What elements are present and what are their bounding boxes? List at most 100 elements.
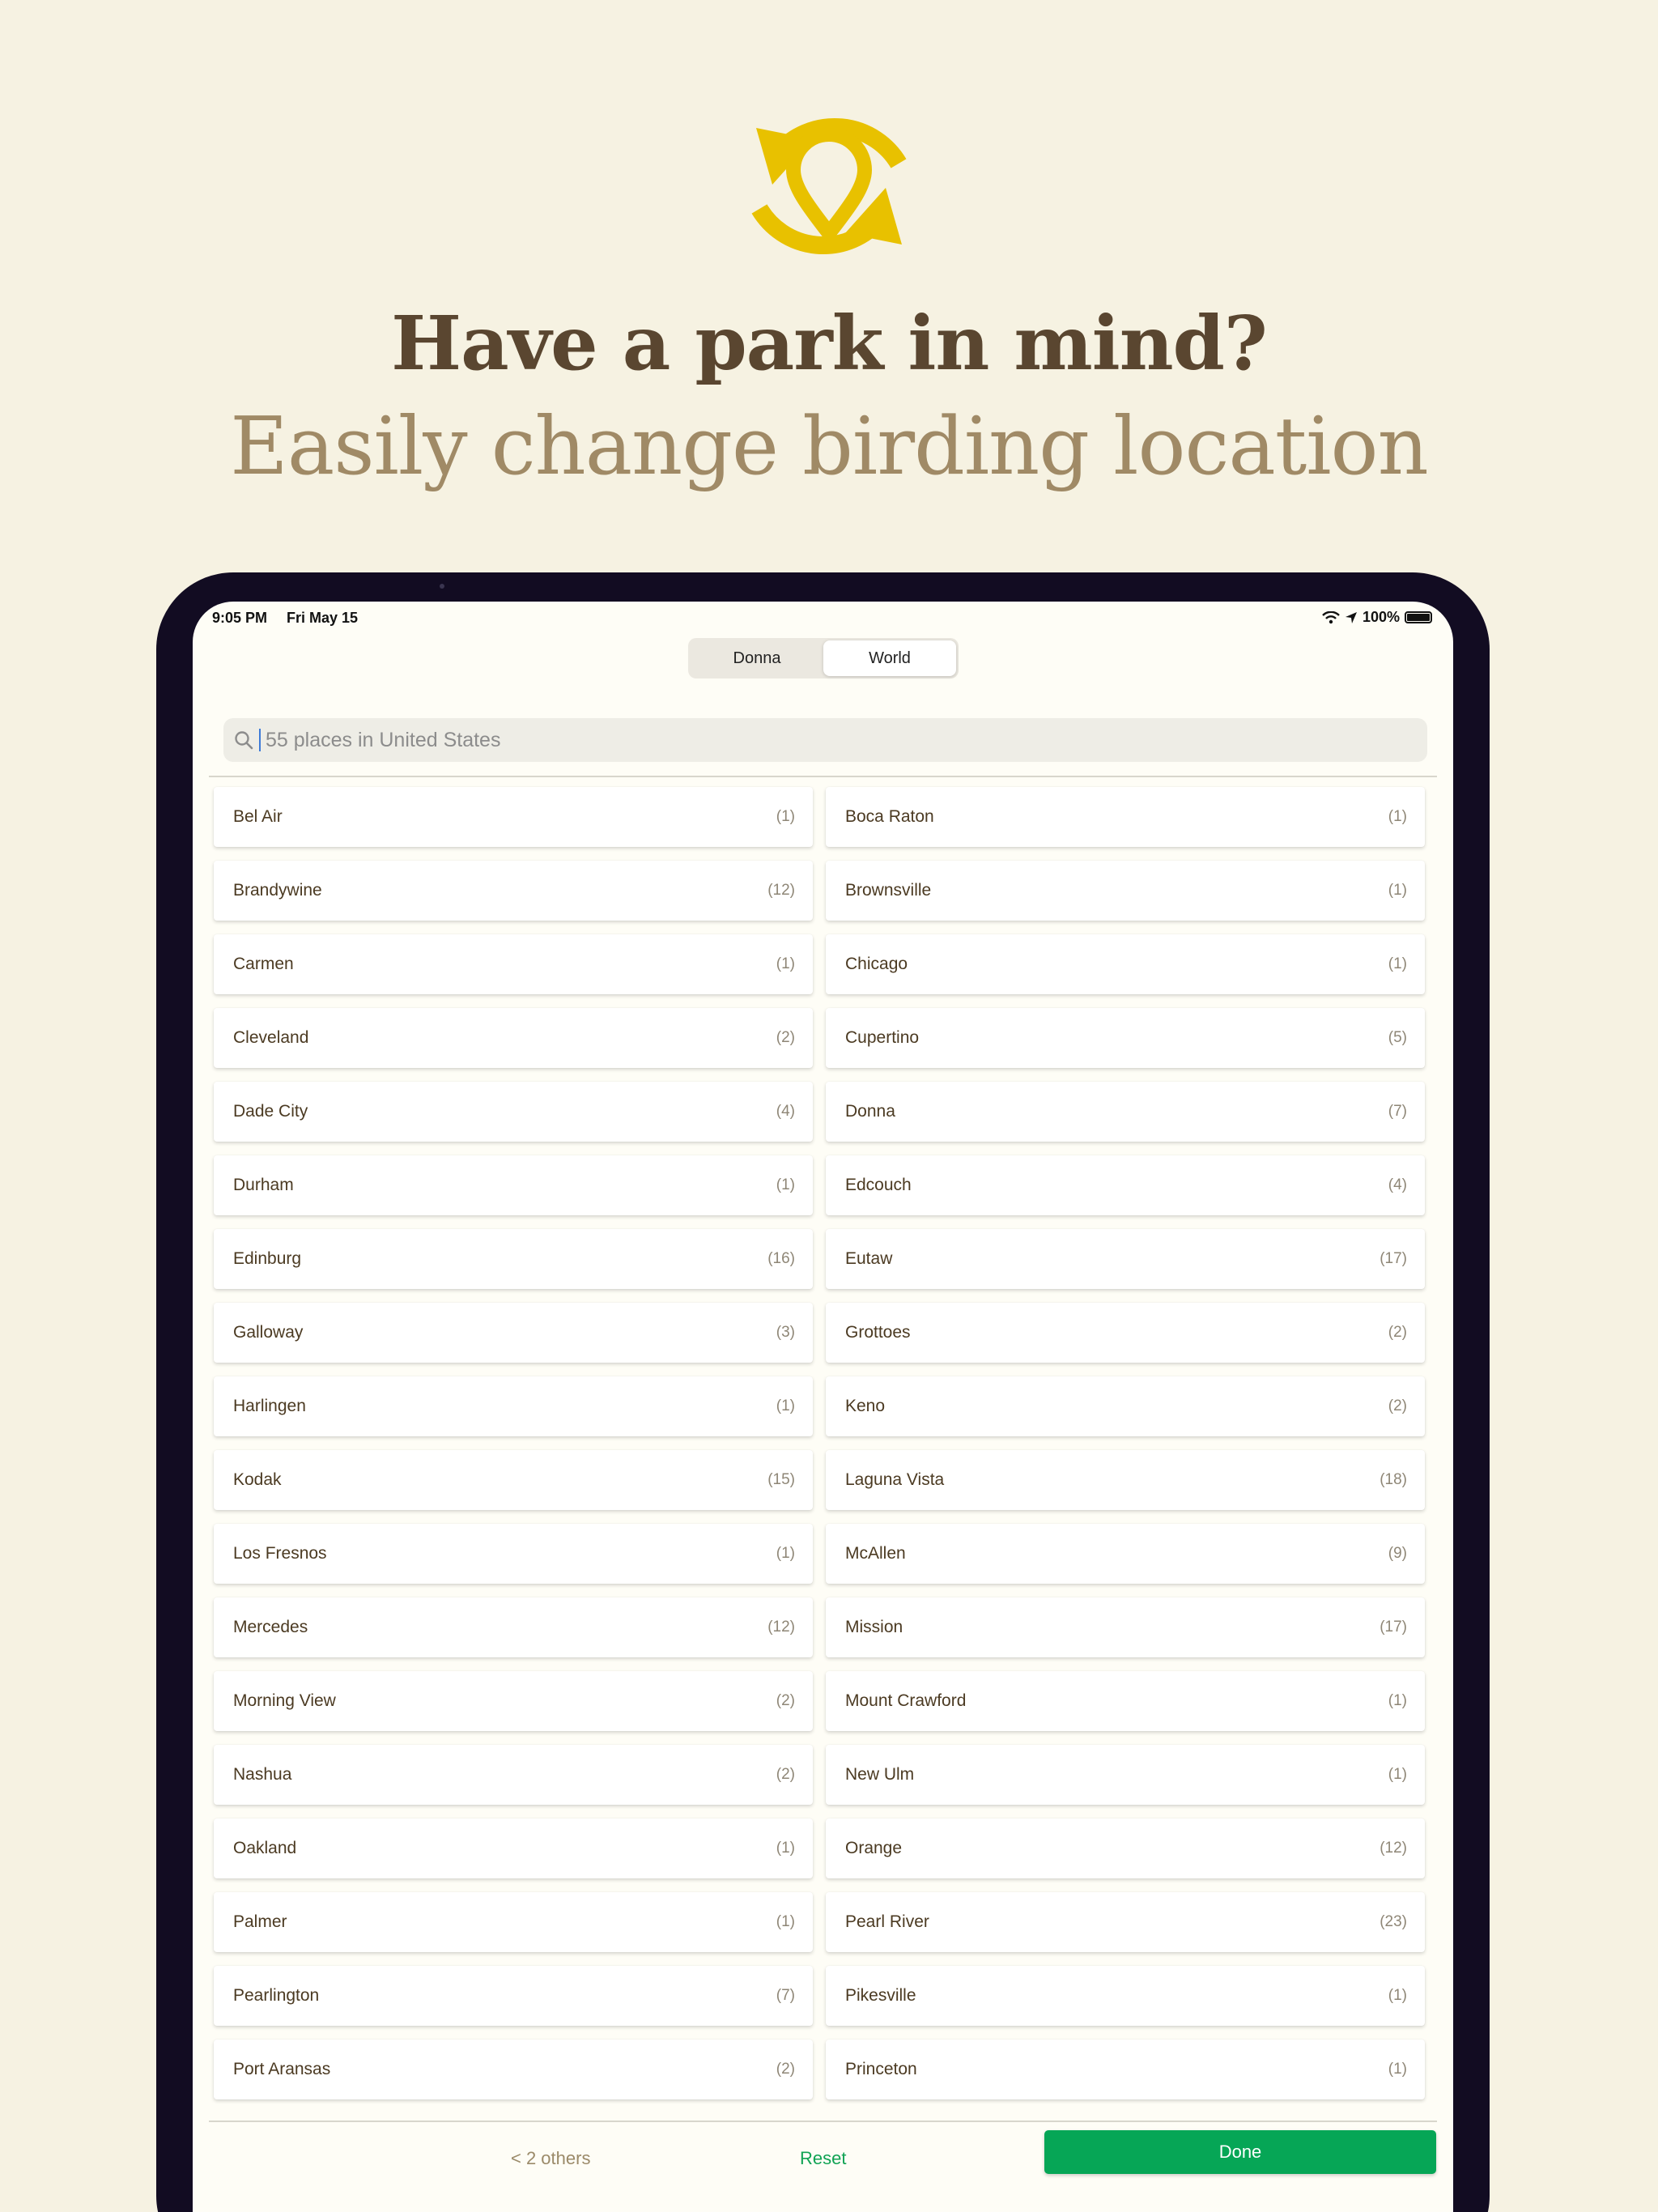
place-count: (12) [767, 882, 795, 899]
search-input[interactable] [266, 728, 1399, 752]
place-count: (2) [776, 1029, 795, 1046]
place-name: Laguna Vista [845, 1470, 945, 1489]
place-name: Mercedes [233, 1618, 308, 1636]
place-item[interactable]: Brownsville (1) [826, 861, 1425, 921]
place-name: Brandywine [233, 881, 322, 900]
place-count: (1) [1388, 1987, 1407, 2004]
place-name: Brownsville [845, 881, 932, 900]
place-name: Galloway [233, 1323, 304, 1342]
place-count: (7) [776, 1987, 795, 2004]
place-count: (9) [1388, 1545, 1407, 1562]
place-item[interactable]: McAllen (9) [826, 1524, 1425, 1584]
segment-world[interactable]: World [823, 640, 956, 676]
place-item[interactable]: Kodak (15) [214, 1450, 813, 1510]
place-name: Harlingen [233, 1397, 306, 1415]
place-count: (16) [767, 1250, 795, 1267]
place-count: (1) [1388, 1766, 1407, 1783]
place-count: (1) [776, 808, 795, 825]
place-item[interactable]: Princeton (1) [826, 2040, 1425, 2099]
search-bar[interactable] [223, 718, 1427, 762]
place-count: (2) [776, 1766, 795, 1783]
battery-percent: 100% [1362, 609, 1400, 625]
place-name: Cleveland [233, 1028, 309, 1047]
place-item[interactable]: Carmen (1) [214, 934, 813, 994]
wifi-icon [1322, 610, 1340, 623]
place-item[interactable]: New Ulm (1) [826, 1745, 1425, 1805]
place-name: Nashua [233, 1765, 292, 1784]
place-item[interactable]: Eutaw (17) [826, 1229, 1425, 1289]
place-name: New Ulm [845, 1765, 915, 1784]
place-name: Dade City [233, 1102, 308, 1121]
place-item[interactable]: Mission (17) [826, 1597, 1425, 1657]
place-count: (1) [776, 1545, 795, 1562]
place-item[interactable]: Laguna Vista (18) [826, 1450, 1425, 1510]
place-item[interactable]: Mercedes (12) [214, 1597, 813, 1657]
place-item[interactable]: Chicago (1) [826, 934, 1425, 994]
text-caret [259, 729, 261, 751]
place-item[interactable]: Los Fresnos (1) [214, 1524, 813, 1584]
footer-bar: < 2 others Reset Done [193, 2124, 1453, 2197]
done-button[interactable]: Done [1044, 2130, 1436, 2174]
place-count: (17) [1380, 1250, 1407, 1267]
place-count: (1) [776, 1176, 795, 1193]
place-name: Durham [233, 1176, 294, 1194]
place-item[interactable]: Oakland (1) [214, 1819, 813, 1878]
place-item[interactable]: Durham (1) [214, 1155, 813, 1215]
place-item[interactable]: Bel Air (1) [214, 787, 813, 847]
place-count: (5) [1388, 1029, 1407, 1046]
place-count: (1) [1388, 808, 1407, 825]
place-item[interactable]: Cleveland (2) [214, 1008, 813, 1068]
place-item[interactable]: Brandywine (12) [214, 861, 813, 921]
list-bottom-divider [209, 2121, 1437, 2122]
place-item[interactable]: Dade City (4) [214, 1082, 813, 1142]
place-name: Pikesville [845, 1986, 916, 2005]
place-name: Keno [845, 1397, 886, 1415]
place-name: Mount Crawford [845, 1691, 967, 1710]
place-item[interactable]: Pearl River (23) [826, 1892, 1425, 1952]
place-count: (1) [1388, 882, 1407, 899]
place-count: (17) [1380, 1619, 1407, 1636]
place-item[interactable]: Edcouch (4) [826, 1155, 1425, 1215]
place-count: (1) [1388, 955, 1407, 972]
place-item[interactable]: Palmer (1) [214, 1892, 813, 1952]
place-count: (4) [776, 1103, 795, 1120]
place-count: (12) [767, 1619, 795, 1636]
place-item[interactable]: Pearlington (7) [214, 1966, 813, 2026]
place-item[interactable]: Mount Crawford (1) [826, 1671, 1425, 1731]
ipad-screen: 9:05 PM Fri May 15 100% Donna World 55 p… [193, 602, 1453, 2212]
place-name: Kodak [233, 1470, 282, 1489]
status-date: Fri May 15 [287, 610, 359, 626]
place-count: (2) [776, 1692, 795, 1709]
place-name: McAllen [845, 1544, 906, 1563]
location-swap-icon [751, 117, 907, 255]
place-count: (15) [767, 1471, 795, 1488]
place-item[interactable]: Boca Raton (1) [826, 787, 1425, 847]
place-name: Morning View [233, 1691, 336, 1710]
place-item[interactable]: Keno (2) [826, 1376, 1425, 1436]
segment-donna[interactable]: Donna [691, 640, 823, 676]
place-item[interactable]: Harlingen (1) [214, 1376, 813, 1436]
place-item[interactable]: Port Aransas (2) [214, 2040, 813, 2099]
place-item[interactable]: Pikesville (1) [826, 1966, 1425, 2026]
place-item[interactable]: Galloway (3) [214, 1303, 813, 1363]
others-link[interactable]: < 2 others [511, 2148, 590, 2169]
place-count: (3) [776, 1324, 795, 1341]
place-count: (2) [776, 2061, 795, 2078]
place-count: (1) [1388, 1692, 1407, 1709]
place-name: Pearlington [233, 1986, 320, 2005]
place-item[interactable]: Edinburg (16) [214, 1229, 813, 1289]
place-name: Princeton [845, 2060, 917, 2078]
place-item[interactable]: Grottoes (2) [826, 1303, 1425, 1363]
place-item[interactable]: Cupertino (5) [826, 1008, 1425, 1068]
place-item[interactable]: Orange (12) [826, 1819, 1425, 1878]
place-count: (1) [1388, 2061, 1407, 2078]
list-top-divider [209, 776, 1437, 777]
place-item[interactable]: Donna (7) [826, 1082, 1425, 1142]
status-indicators: 100% [1322, 609, 1432, 626]
subheadline: Easily change birding location [230, 401, 1428, 493]
reset-button[interactable]: Reset [800, 2148, 846, 2169]
place-item[interactable]: Morning View (2) [214, 1671, 813, 1731]
place-name: Edcouch [845, 1176, 912, 1194]
place-item[interactable]: Nashua (2) [214, 1745, 813, 1805]
place-count: (1) [776, 955, 795, 972]
